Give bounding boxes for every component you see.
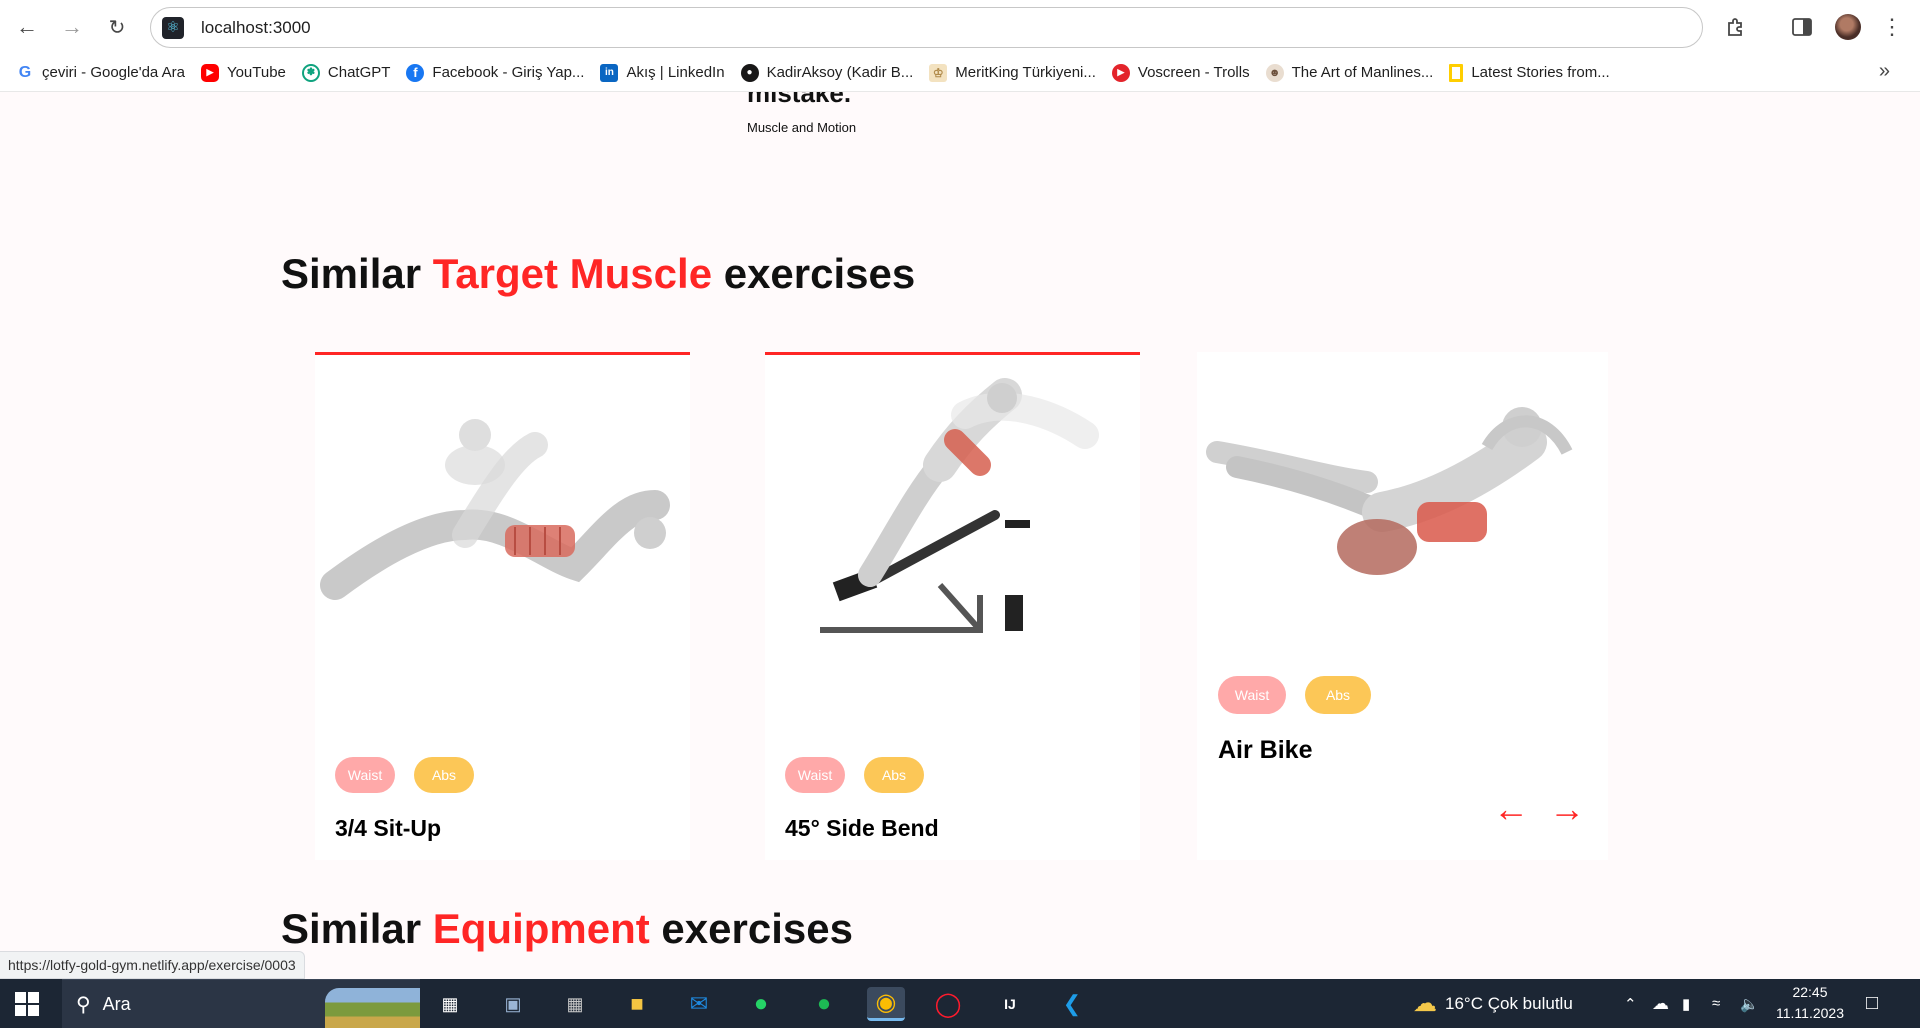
react-site-icon: ⚛ — [162, 16, 184, 39]
cloudy-weather-icon: ☁ — [1413, 990, 1437, 1017]
body-part-chip[interactable]: Waist — [1218, 676, 1286, 714]
spotify-icon[interactable]: ● — [805, 987, 843, 1021]
tray-chevron-icon[interactable]: ⌃ — [1624, 979, 1637, 1028]
extensions-icon[interactable] — [1720, 12, 1752, 42]
youtube-icon: ▶ — [200, 63, 219, 82]
system-clock[interactable]: 22:45 11.11.2023 — [1772, 982, 1848, 1024]
exercise-card[interactable]: Waist Abs 45° Side Bend — [765, 352, 1140, 860]
scroll-right-arrow-icon[interactable]: → — [1547, 788, 1587, 830]
windows-taskbar: ⚲ Ara ▦ ▣ ▦ ■ ✉ ● ● ◉ ◯ IJ ❮ ☁ 16°C Çok … — [0, 979, 1920, 1028]
exercise-name: 3/4 Sit-Up — [335, 815, 442, 841]
similar-equipment-title: Similar Equipment exercises — [281, 905, 853, 952]
facebook-icon: f — [406, 63, 425, 82]
intellij-icon[interactable]: IJ — [991, 987, 1029, 1021]
chatgpt-icon: ✽ — [301, 63, 320, 82]
exercise-name: Air Bike — [1218, 736, 1313, 764]
bookmark-linkedin[interactable]: in Akış | LinkedIn — [592, 59, 732, 87]
more-menu-icon[interactable]: ⋮ — [1876, 12, 1908, 42]
outlook-icon[interactable]: ✉ — [680, 987, 718, 1021]
onedrive-icon[interactable]: ☁ — [1652, 979, 1669, 1028]
exercise-gif-sit-up — [320, 419, 670, 600]
natgeo-icon — [1449, 63, 1464, 82]
address-url[interactable]: localhost:3000 — [201, 18, 311, 38]
exercise-gif-air-bike — [1206, 407, 1573, 575]
target-chip[interactable]: Abs — [414, 757, 474, 793]
side-panel-icon[interactable] — [1786, 12, 1818, 42]
search-highlight-image — [325, 988, 420, 1028]
profile-avatar[interactable] — [1835, 14, 1861, 40]
bookmark-facebook[interactable]: f Facebook - Giriş Yap... — [398, 59, 592, 87]
google-icon: G — [16, 63, 34, 82]
volume-icon[interactable]: 🔈 — [1740, 979, 1759, 1028]
weather-widget[interactable]: ☁ 16°C Çok bulutlu — [1413, 979, 1573, 1028]
link-status-bar: https://lotfy-gold-gym.netlify.app/exerc… — [0, 951, 305, 979]
bookmarks-bar: G çeviri - Google'da Ara ▶ YouTube ✽ Cha… — [0, 54, 1920, 92]
forward-icon[interactable]: → — [55, 10, 89, 44]
exercise-gif-side-bend — [820, 378, 1099, 633]
exercise-name: 45° Side Bend — [785, 815, 939, 841]
back-icon[interactable]: ← — [10, 10, 44, 44]
bookmark-voscreen[interactable]: ▶ Voscreen - Trolls — [1104, 59, 1258, 87]
bookmark-youtube[interactable]: ▶ YouTube — [193, 59, 294, 87]
notifications-icon[interactable]: □ — [1866, 979, 1878, 1028]
taskbar-search[interactable]: ⚲ Ara — [62, 979, 420, 1028]
more-bookmarks-icon[interactable]: » — [1879, 60, 1890, 83]
exercise-card[interactable]: Waist Abs Air Bike — [1197, 352, 1608, 860]
github-icon: ● — [740, 63, 759, 82]
bookmark-google[interactable]: G çeviri - Google'da Ara — [8, 59, 193, 87]
photos-app-icon[interactable]: ▣ — [494, 987, 532, 1021]
bookmark-natgeo[interactable]: Latest Stories from... — [1441, 59, 1617, 87]
windows-start-icon[interactable] — [15, 992, 39, 1016]
body-part-chip[interactable]: Waist — [335, 757, 395, 793]
linkedin-icon: in — [600, 63, 619, 82]
similar-target-title: Similar Target Muscle exercises — [281, 250, 916, 297]
whatsapp-icon[interactable]: ● — [742, 987, 780, 1021]
bookmark-art-of-manliness[interactable]: ☻ The Art of Manlines... — [1258, 59, 1442, 87]
vscode-icon[interactable]: ❮ — [1053, 987, 1091, 1021]
search-icon: ⚲ — [76, 993, 91, 1016]
bookmark-github[interactable]: ● KadirAksoy (Kadir B... — [733, 59, 922, 87]
voscreen-icon: ▶ — [1111, 63, 1130, 82]
file-explorer-icon[interactable]: ■ — [618, 987, 656, 1021]
body-part-chip[interactable]: Waist — [785, 757, 845, 793]
partial-heading: mistake. — [747, 92, 852, 108]
battery-icon[interactable]: ▮ — [1682, 979, 1690, 1028]
page-content: mistake. Muscle and Motion Similar Targe… — [0, 92, 1920, 979]
wifi-icon[interactable]: ≈ — [1712, 979, 1720, 1028]
chrome-icon[interactable]: ◉ — [867, 987, 905, 1021]
browser-toolbar: ← → ↻ ⚛ localhost:3000 ⋮ — [0, 0, 1920, 54]
bookmark-meritking[interactable]: ♔ MeritKing Türkiyeni... — [921, 59, 1104, 87]
exercise-card[interactable]: Waist Abs 3/4 Sit-Up — [315, 352, 690, 860]
target-chip[interactable]: Abs — [864, 757, 924, 793]
artofmanliness-icon: ☻ — [1265, 63, 1284, 82]
meritking-icon: ♔ — [929, 63, 948, 82]
target-chip[interactable]: Abs — [1305, 676, 1371, 714]
opera-icon[interactable]: ◯ — [929, 987, 967, 1021]
reload-icon[interactable]: ↻ — [100, 10, 134, 44]
address-bar[interactable]: ⚛ localhost:3000 — [150, 7, 1703, 48]
bookmark-chatgpt[interactable]: ✽ ChatGPT — [294, 59, 399, 87]
task-view-icon[interactable]: ▦ — [431, 987, 469, 1021]
video-channel-name: Muscle and Motion — [747, 120, 857, 135]
scroll-left-arrow-icon[interactable]: ← — [1491, 788, 1531, 830]
calculator-icon[interactable]: ▦ — [556, 987, 594, 1021]
